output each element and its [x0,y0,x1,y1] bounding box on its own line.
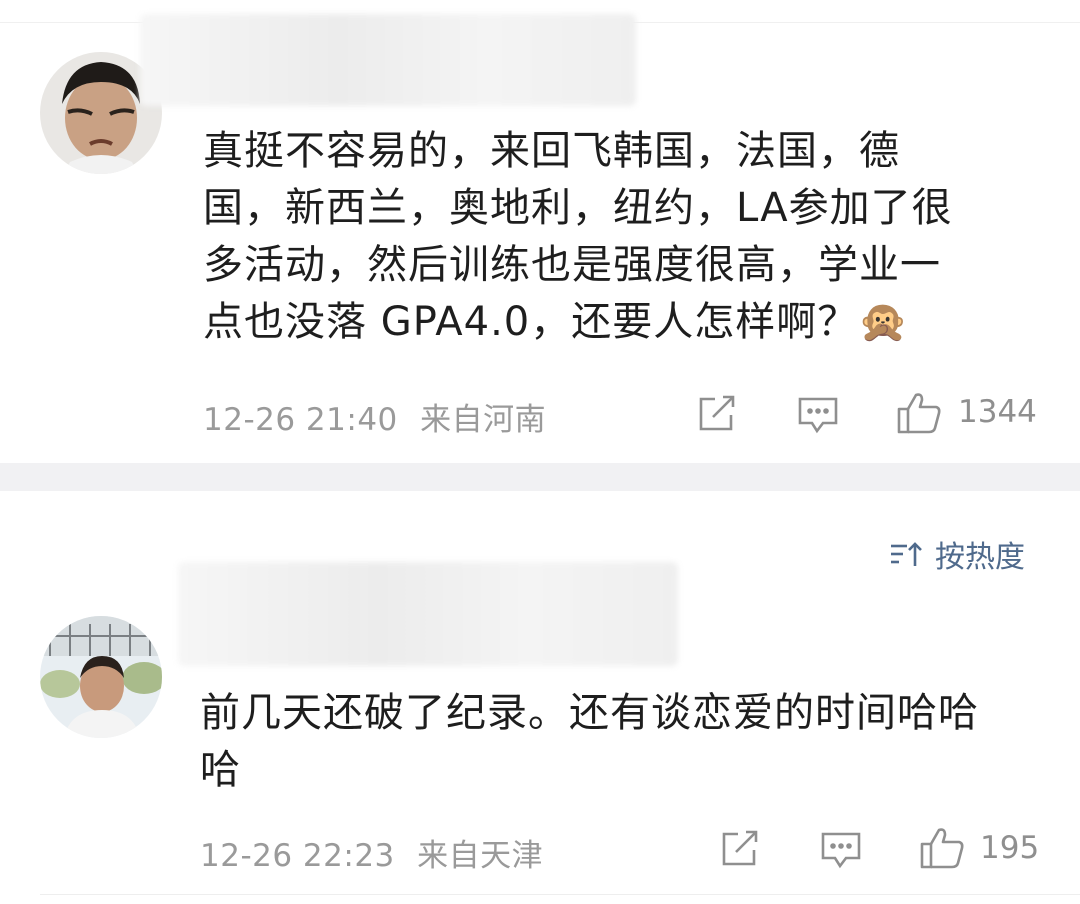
comment-text: 前几天还破了纪录。还有谈恋爱的时间哈哈 哈 [200,685,1050,799]
sort-icon [889,540,923,568]
comment-line: 国，新西兰，奥地利，纽约，LA参加了很 [203,185,953,231]
like-icon[interactable] [896,391,942,435]
comment-location: 来自河南 [420,402,547,438]
comment-location: 来自天津 [417,838,544,874]
like-count: 195 [980,830,1040,866]
comment-time: 12-26 21:40 [203,402,398,438]
comment-line: 多活动，然后训练也是强度很高，学业一 [203,242,941,288]
comment-time: 12-26 22:23 [200,838,395,874]
share-icon[interactable] [697,395,737,433]
bottom-separator [40,894,1080,895]
section-divider [0,463,1080,491]
like-icon[interactable] [919,826,965,870]
share-icon[interactable] [720,830,760,868]
comment-meta: 12-26 22:23 来自天津 [200,830,543,875]
sort-control[interactable]: 按热度 [889,532,1025,576]
comment-line: 前几天还破了纪录。还有谈恋爱的时间哈哈 [200,690,979,736]
comment-icon[interactable] [820,830,862,870]
username-blurred[interactable] [140,14,636,106]
avatar[interactable] [40,616,162,738]
comment-line: 点也没落 GPA4.0，还要人怎样啊？🙊 [203,299,910,345]
like-count: 1344 [958,394,1037,430]
comment-meta: 12-26 21:40 来自河南 [203,394,546,439]
comment-line: 真挺不容易的，来回飞韩国，法国，德 [203,128,900,174]
comment-text: 真挺不容易的，来回飞韩国，法国，德 国，新西兰，奥地利，纽约，LA参加了很 多活… [203,123,1043,351]
username-blurred[interactable] [178,562,678,666]
comment-line: 哈 [200,747,241,793]
sort-label: 按热度 [935,540,1025,575]
comment-icon[interactable] [797,395,839,435]
